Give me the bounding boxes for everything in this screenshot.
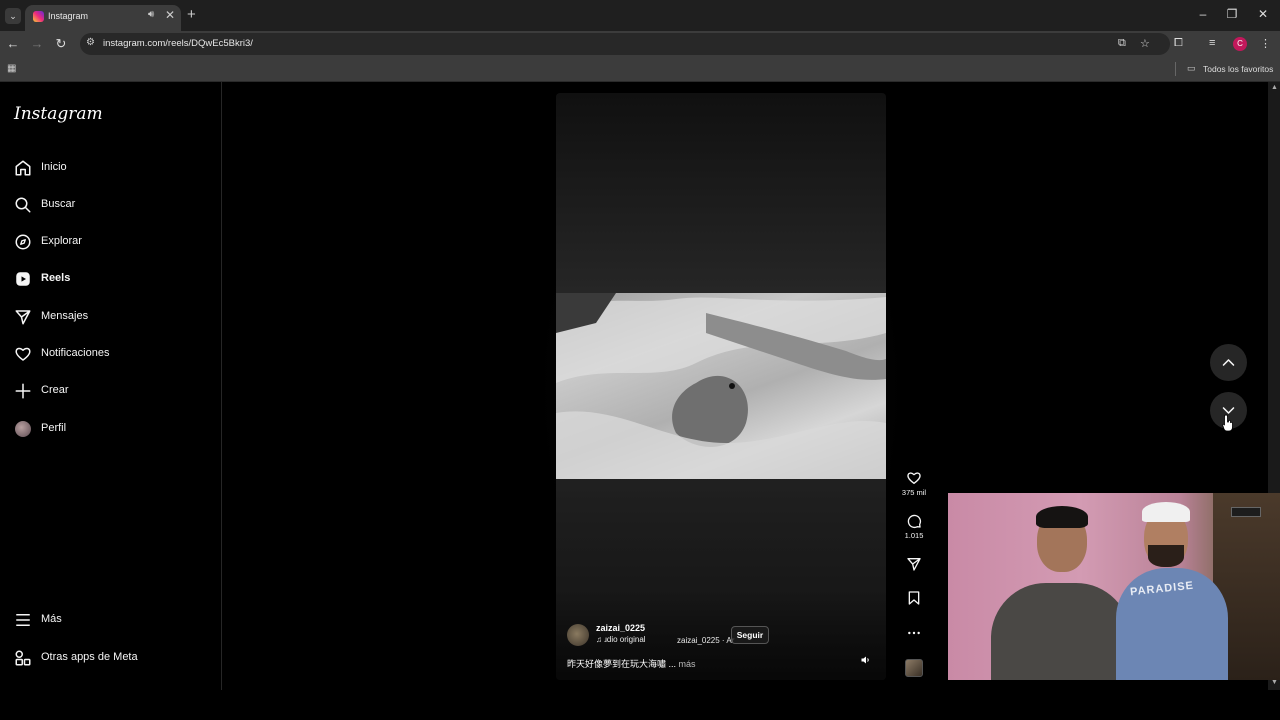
site-info-icon[interactable]: ⚙ bbox=[86, 37, 95, 48]
back-button[interactable]: ← bbox=[6, 36, 20, 51]
sidebar-item-mensajes[interactable]: Mensajes bbox=[14, 306, 209, 330]
volume-icon[interactable] bbox=[860, 654, 872, 666]
person-left-body bbox=[991, 583, 1131, 680]
heart-icon bbox=[15, 347, 31, 361]
comment-button[interactable]: 1.015 bbox=[899, 513, 929, 540]
sidebar-item-label: Perfil bbox=[41, 422, 67, 434]
sidebar-item-inicio[interactable]: Inicio bbox=[14, 157, 209, 181]
author-avatar[interactable] bbox=[567, 624, 589, 646]
bookmarks-divider bbox=[1175, 62, 1176, 76]
reel-player[interactable]: zaizai_0225 ♫ ɹdio original zaizai_0225 … bbox=[556, 93, 886, 680]
reload-button[interactable]: ↻ bbox=[54, 36, 68, 52]
person-right-beard bbox=[1148, 545, 1184, 567]
sidebar-item-label: Explorar bbox=[41, 235, 82, 247]
scroll-down-arrow-icon[interactable]: ▼ bbox=[1271, 679, 1278, 686]
comment-icon bbox=[907, 514, 922, 529]
heart-icon bbox=[907, 472, 921, 484]
all-bookmarks-link[interactable]: Todos los favoritos bbox=[1203, 64, 1273, 74]
reel-caption: 昨天好像夢到在玩大海嘯 ... más bbox=[567, 657, 696, 670]
close-window-button[interactable]: ✕ bbox=[1256, 7, 1270, 21]
previous-reel-button[interactable] bbox=[1210, 344, 1247, 381]
hand-cursor-icon bbox=[1222, 414, 1233, 432]
browser-tab-bar: ⌄ Instagram 🔊︎ ✕ + – ❐ ✕ bbox=[0, 0, 1280, 31]
tab-audio-icon[interactable]: 🔊︎ bbox=[148, 9, 154, 20]
menu-icon bbox=[16, 614, 30, 626]
tab-title: Instagram bbox=[48, 11, 89, 21]
sidebar-item-perfil[interactable]: Perfil bbox=[14, 418, 209, 442]
instagram-logo[interactable]: Instagram bbox=[14, 104, 103, 124]
audio-source[interactable]: ♫ ɹdio original bbox=[596, 635, 646, 644]
reels-icon bbox=[16, 272, 30, 286]
sidebar-item-label: Otras apps de Meta bbox=[41, 651, 138, 663]
studio-sign bbox=[1231, 507, 1261, 517]
sidebar-item-label: Más bbox=[41, 613, 62, 625]
plus-icon bbox=[15, 383, 31, 399]
apps-grid-icon[interactable]: ▦ bbox=[7, 63, 16, 74]
home-icon bbox=[15, 160, 31, 176]
address-bar[interactable]: ⚙ instagram.com/reels/DQwEc5Bkri3/ ⧉ ☆ bbox=[80, 33, 1170, 55]
profile-avatar[interactable]: C bbox=[1233, 37, 1247, 51]
author-username[interactable]: zaizai_0225 bbox=[596, 623, 645, 633]
chevron-up-icon bbox=[1222, 359, 1235, 366]
browser-tab-instagram[interactable]: Instagram 🔊︎ ✕ bbox=[25, 5, 181, 31]
more-options-button[interactable] bbox=[899, 625, 929, 641]
bookmark-icon bbox=[908, 591, 920, 605]
sidebar-item-label: Reels bbox=[41, 272, 71, 284]
meta-apps-icon bbox=[15, 650, 31, 666]
audio-ticker[interactable]: zaizai_0225 · Ar bbox=[677, 636, 734, 645]
save-button[interactable] bbox=[899, 590, 929, 606]
caption-more-link[interactable]: más bbox=[679, 659, 696, 669]
follow-button[interactable]: Seguir bbox=[731, 626, 769, 644]
reel-video[interactable] bbox=[556, 293, 886, 479]
media-control-icon[interactable]: ≡ bbox=[1209, 37, 1215, 49]
forward-button[interactable]: → bbox=[30, 36, 44, 51]
sidebar-item-crear[interactable]: Crear bbox=[14, 380, 209, 404]
instagram-favicon-icon bbox=[33, 11, 44, 22]
minimize-button[interactable]: – bbox=[1196, 7, 1210, 21]
webcam-overlay: PARADISE bbox=[948, 493, 1280, 680]
instagram-sidebar: Instagram Inicio Buscar Explorar Reels M… bbox=[0, 82, 222, 690]
sidebar-item-label: Crear bbox=[41, 384, 69, 396]
tab-close-icon[interactable]: ✕ bbox=[165, 8, 175, 22]
like-count: 375 mil bbox=[901, 488, 927, 497]
sidebar-item-label: Notificaciones bbox=[41, 347, 110, 359]
sidebar-item-reels[interactable]: Reels bbox=[14, 268, 209, 292]
tab-search-button[interactable]: ⌄ bbox=[5, 8, 21, 24]
folder-icon: ▭ bbox=[1187, 63, 1196, 73]
extensions-icon[interactable]: ⧠ bbox=[1174, 37, 1183, 50]
browser-toolbar: ← → ↻ ⚙ instagram.com/reels/DQwEc5Bkri3/… bbox=[0, 31, 1280, 57]
sidebar-item-mas[interactable]: Más bbox=[14, 609, 209, 633]
person-left-hair bbox=[1036, 506, 1088, 528]
comment-count: 1.015 bbox=[904, 531, 924, 540]
install-app-icon[interactable]: ⧉ bbox=[1118, 37, 1126, 50]
caption-text: 昨天好像夢到在玩大海嘯 ... bbox=[567, 659, 677, 669]
bookmarks-bar: ▦ ▭ Todos los favoritos bbox=[0, 57, 1280, 82]
sidebar-item-buscar[interactable]: Buscar bbox=[14, 194, 209, 218]
audio-thumbnail[interactable] bbox=[905, 659, 923, 677]
avatar bbox=[15, 421, 31, 437]
person-right-cap bbox=[1142, 502, 1190, 522]
share-icon bbox=[907, 558, 921, 571]
share-button[interactable] bbox=[899, 556, 929, 572]
sidebar-item-explorar[interactable]: Explorar bbox=[14, 231, 209, 255]
sidebar-item-notificaciones[interactable]: Notificaciones bbox=[14, 343, 209, 367]
search-icon bbox=[15, 197, 31, 213]
url-text: instagram.com/reels/DQwEc5Bkri3/ bbox=[103, 38, 253, 49]
sidebar-item-label: Mensajes bbox=[41, 310, 89, 322]
compass-icon bbox=[15, 234, 31, 250]
video-content-image bbox=[556, 293, 886, 479]
more-dots-icon bbox=[908, 631, 920, 635]
sidebar-item-label: Buscar bbox=[41, 198, 76, 210]
sidebar-item-meta-apps[interactable]: Otras apps de Meta bbox=[14, 647, 209, 671]
new-tab-button[interactable]: + bbox=[187, 6, 196, 23]
messages-icon bbox=[15, 310, 31, 325]
like-button[interactable]: 375 mil bbox=[899, 470, 929, 497]
bookmark-star-icon[interactable]: ☆ bbox=[1140, 37, 1150, 50]
scroll-up-arrow-icon[interactable]: ▲ bbox=[1271, 84, 1278, 91]
browser-menu-icon[interactable]: ⋮ bbox=[1260, 37, 1271, 50]
sidebar-item-label: Inicio bbox=[41, 161, 67, 173]
restore-button[interactable]: ❐ bbox=[1225, 7, 1239, 21]
